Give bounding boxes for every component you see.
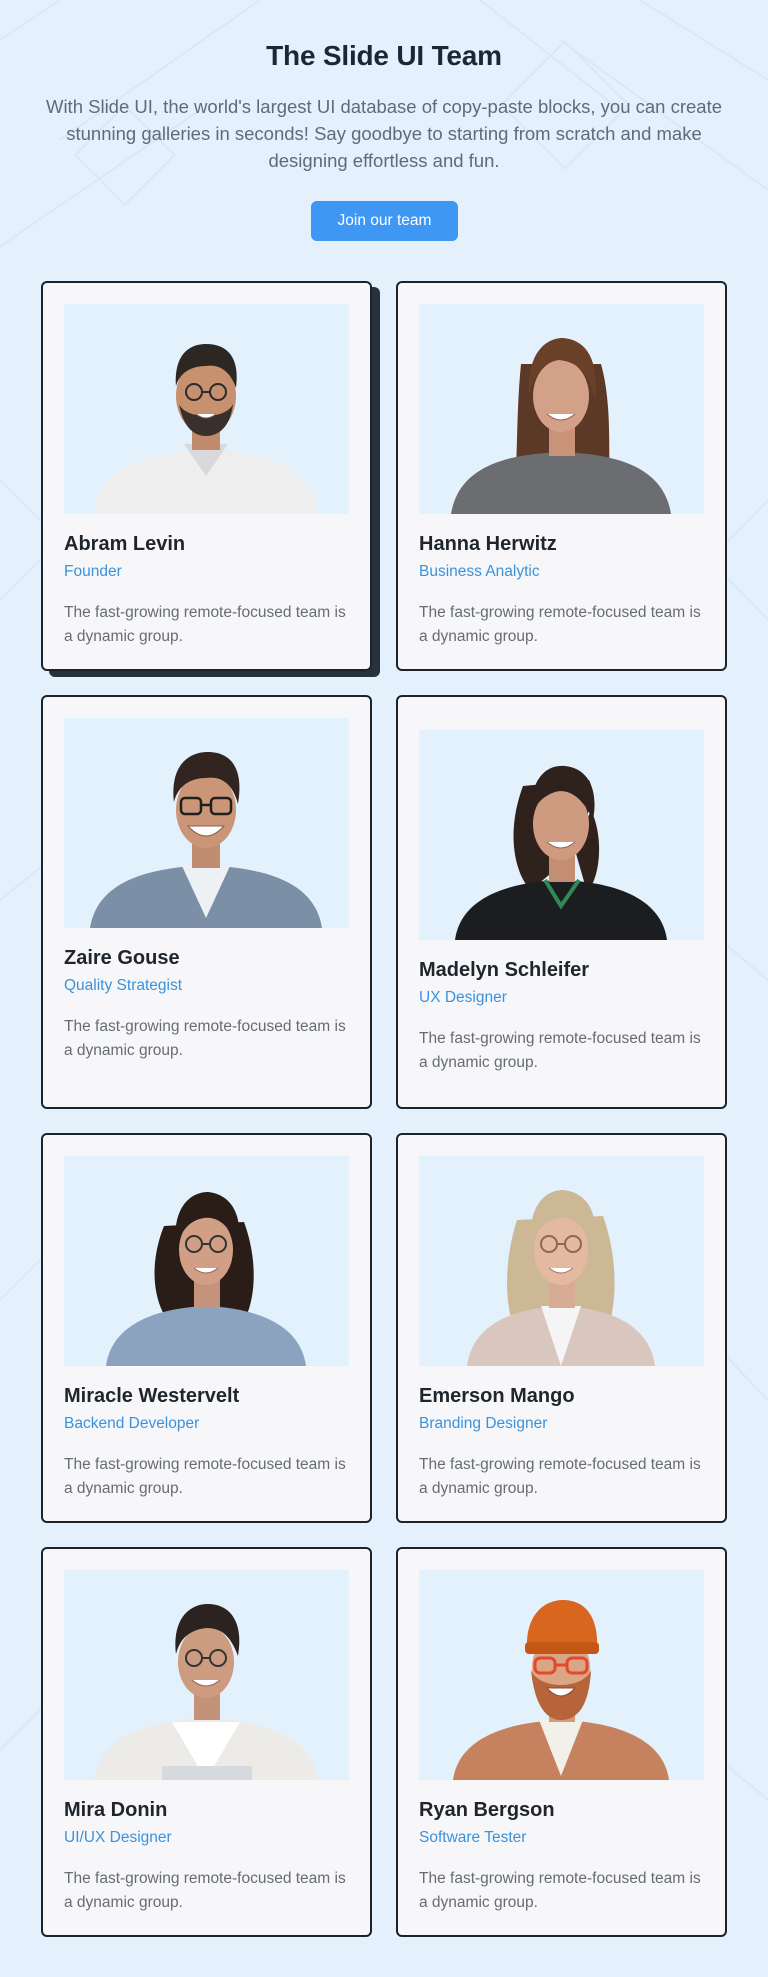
member-role: UX Designer <box>419 989 507 1006</box>
member-portrait <box>455 765 667 940</box>
team-card: Madelyn Schleifer UX Designer The fast-g… <box>396 695 727 1109</box>
member-photo <box>64 1570 349 1780</box>
team-card: Abram Levin Founder The fast-growing rem… <box>41 281 372 671</box>
member-description: The fast-growing remote-focused team is … <box>64 1870 346 1911</box>
member-description: The fast-growing remote-focused team is … <box>419 1030 701 1071</box>
member-photo <box>419 730 704 940</box>
member-name: Hanna Herwitz <box>419 533 557 555</box>
page-subtitle: With Slide UI, the world's largest UI da… <box>45 96 723 171</box>
team-card: Mira Donin UI/UX Designer The fast-growi… <box>41 1547 372 1937</box>
member-role: Software Tester <box>419 1829 527 1846</box>
join-team-button[interactable]: Join our team <box>311 201 458 241</box>
member-portrait <box>94 1604 318 1780</box>
member-name: Abram Levin <box>64 533 186 555</box>
member-photo <box>64 304 349 514</box>
member-portrait <box>467 1190 655 1366</box>
member-role: Founder <box>64 563 122 580</box>
member-portrait <box>453 1600 669 1780</box>
member-name: Miracle Westervelt <box>64 1385 240 1407</box>
member-portrait <box>90 752 322 928</box>
team-card: Miracle Westervelt Backend Developer The… <box>41 1133 372 1523</box>
member-description: The fast-growing remote-focused team is … <box>64 604 346 645</box>
member-photo <box>64 718 349 928</box>
member-portrait <box>451 338 671 514</box>
member-role: UI/UX Designer <box>64 1829 172 1846</box>
member-role: Backend Developer <box>64 1415 200 1432</box>
member-name: Emerson Mango <box>419 1385 575 1407</box>
member-description: The fast-growing remote-focused team is … <box>64 1018 346 1059</box>
member-role: Branding Designer <box>419 1415 548 1432</box>
member-description: The fast-growing remote-focused team is … <box>419 1456 701 1497</box>
team-card: Hanna Herwitz Business Analytic The fast… <box>396 281 727 671</box>
member-description: The fast-growing remote-focused team is … <box>64 1456 346 1497</box>
member-name: Mira Donin <box>64 1799 168 1821</box>
team-card: Ryan Bergson Software Tester The fast-gr… <box>396 1547 727 1937</box>
member-name: Madelyn Schleifer <box>419 959 590 981</box>
member-portrait <box>106 1192 306 1366</box>
member-photo <box>419 1156 704 1366</box>
member-description: The fast-growing remote-focused team is … <box>419 1870 701 1911</box>
member-portrait <box>94 344 319 514</box>
team-card: Zaire Gouse Quality Strategist The fast-… <box>41 695 372 1109</box>
page-title: The Slide UI Team <box>266 40 502 71</box>
member-photo <box>419 304 704 514</box>
member-role: Business Analytic <box>419 563 540 580</box>
member-photo <box>419 1570 704 1780</box>
member-name: Ryan Bergson <box>419 1799 555 1821</box>
member-role: Quality Strategist <box>64 977 183 994</box>
member-description: The fast-growing remote-focused team is … <box>419 604 701 645</box>
team-card: Emerson Mango Branding Designer The fast… <box>396 1133 727 1523</box>
member-name: Zaire Gouse <box>64 947 180 969</box>
member-photo <box>64 1156 349 1366</box>
